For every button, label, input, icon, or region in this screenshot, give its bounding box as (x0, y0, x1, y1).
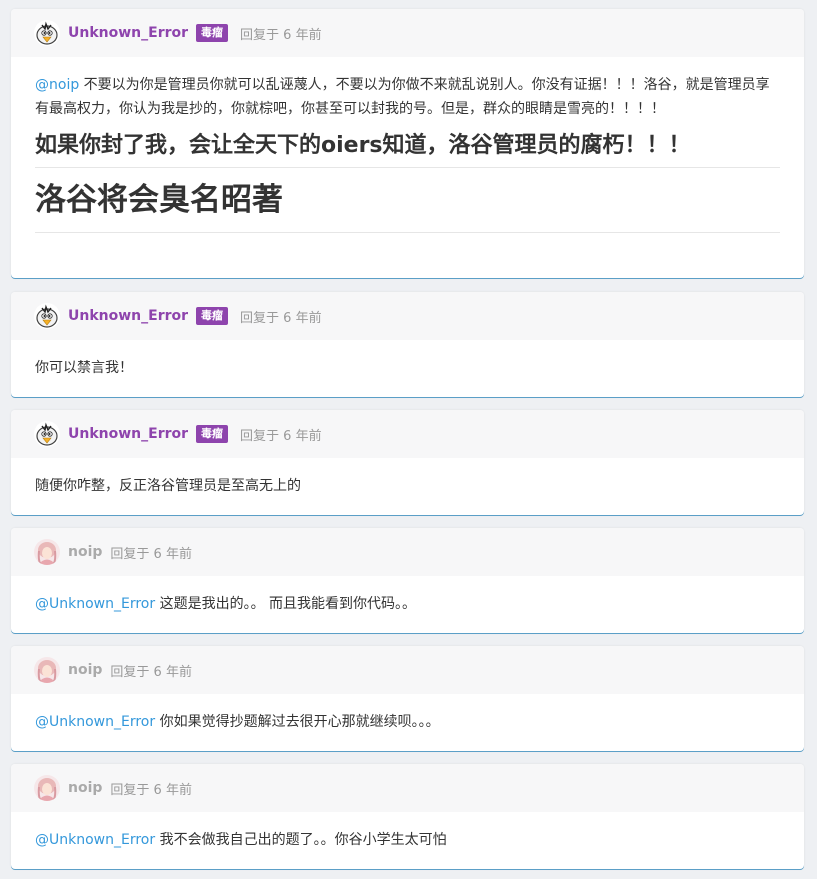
reply-paragraph: @Unknown_Error 这题是我出的。。 而且我能看到你代码。。 (35, 592, 780, 616)
reply-text: 你如果觉得抄题解过去很开心那就继续呗。。。 (155, 714, 440, 730)
reply-card: noip 回复于 6 年前 @Unknown_Error 你如果觉得抄题解过去很… (11, 646, 804, 751)
reply-header: Unknown_Error 毒瘤 回复于 6 年前 (11, 292, 804, 340)
white-bird-avatar-icon[interactable] (34, 303, 60, 329)
reply-time: 回复于 6 年前 (110, 782, 192, 798)
mention-link[interactable]: @Unknown_Error (35, 832, 155, 848)
reply-content: @Unknown_Error 你如果觉得抄题解过去很开心那就继续呗。。。 (11, 694, 804, 734)
username-link[interactable]: Unknown_Error (68, 308, 188, 324)
reply-header: Unknown_Error 毒瘤 回复于 6 年前 (11, 410, 804, 458)
anime-girl-avatar-icon[interactable] (34, 775, 60, 801)
reply-card: noip 回复于 6 年前 @Unknown_Error 我不会做我自己出的题了… (11, 764, 804, 869)
reply-heading-2: 如果你封了我，会让全天下的oiers知道，洛谷管理员的腐朽！！！ (35, 131, 780, 168)
username-link[interactable]: Unknown_Error (68, 25, 188, 41)
reply-heading-1: 洛谷将会臭名昭著 (35, 178, 780, 233)
reply-card: Unknown_Error 毒瘤 回复于 6 年前 你可以禁言我！ (11, 292, 804, 397)
user-badge: 毒瘤 (196, 425, 229, 443)
reply-paragraph: @noip 不要以为你是管理员你就可以乱诬蔑人，不要以为你做不来就乱说别人。你没… (35, 73, 780, 121)
reply-feed: Unknown_Error 毒瘤 回复于 6 年前 @noip 不要以为你是管理… (0, 0, 817, 879)
username-link[interactable]: noip (68, 780, 102, 796)
reply-time: 回复于 6 年前 (110, 664, 192, 680)
reply-paragraph: 随便你咋整，反正洛谷管理员是至高无上的 (35, 478, 301, 494)
mention-link[interactable]: @Unknown_Error (35, 714, 155, 730)
user-badge: 毒瘤 (196, 307, 229, 325)
reply-header: noip 回复于 6 年前 (11, 528, 804, 576)
mention-link[interactable]: @Unknown_Error (35, 596, 155, 612)
reply-paragraph: @Unknown_Error 我不会做我自己出的题了。。你谷小学生太可怕 (35, 828, 780, 852)
reply-time: 回复于 6 年前 (240, 428, 322, 444)
white-bird-avatar-icon[interactable] (34, 421, 60, 447)
reply-text: 我不会做我自己出的题了。。你谷小学生太可怕 (155, 832, 447, 848)
reply-header: noip 回复于 6 年前 (11, 646, 804, 694)
reply-content: @noip 不要以为你是管理员你就可以乱诬蔑人，不要以为你做不来就乱说别人。你没… (11, 57, 804, 233)
username-link[interactable]: noip (68, 662, 102, 678)
anime-girl-avatar-icon[interactable] (34, 657, 60, 683)
reply-card: noip 回复于 6 年前 @Unknown_Error 这题是我出的。。 而且… (11, 528, 804, 633)
mention-link[interactable]: @noip (35, 77, 79, 93)
reply-content: 你可以禁言我！ (11, 340, 804, 380)
user-badge: 毒瘤 (196, 24, 229, 42)
white-bird-avatar-icon[interactable] (34, 20, 60, 46)
reply-paragraph: @Unknown_Error 你如果觉得抄题解过去很开心那就继续呗。。。 (35, 710, 780, 734)
reply-content: 随便你咋整，反正洛谷管理员是至高无上的 (11, 458, 804, 498)
reply-content: @Unknown_Error 这题是我出的。。 而且我能看到你代码。。 (11, 576, 804, 616)
reply-card: Unknown_Error 毒瘤 回复于 6 年前 随便你咋整，反正洛谷管理员是… (11, 410, 804, 515)
reply-header: noip 回复于 6 年前 (11, 764, 804, 812)
reply-time: 回复于 6 年前 (240, 27, 322, 43)
username-link[interactable]: Unknown_Error (68, 426, 188, 442)
reply-text: 这题是我出的。。 而且我能看到你代码。。 (155, 596, 417, 612)
username-link[interactable]: noip (68, 544, 102, 560)
reply-content: @Unknown_Error 我不会做我自己出的题了。。你谷小学生太可怕 (11, 812, 804, 852)
reply-paragraph: 你可以禁言我！ (35, 360, 133, 376)
reply-time: 回复于 6 年前 (240, 310, 322, 326)
reply-card: Unknown_Error 毒瘤 回复于 6 年前 @noip 不要以为你是管理… (11, 9, 804, 278)
reply-text: 不要以为你是管理员你就可以乱诬蔑人，不要以为你做不来就乱说别人。你没有证据！！！… (35, 77, 770, 117)
anime-girl-avatar-icon[interactable] (34, 539, 60, 565)
reply-time: 回复于 6 年前 (110, 546, 192, 562)
reply-header: Unknown_Error 毒瘤 回复于 6 年前 (11, 9, 804, 57)
